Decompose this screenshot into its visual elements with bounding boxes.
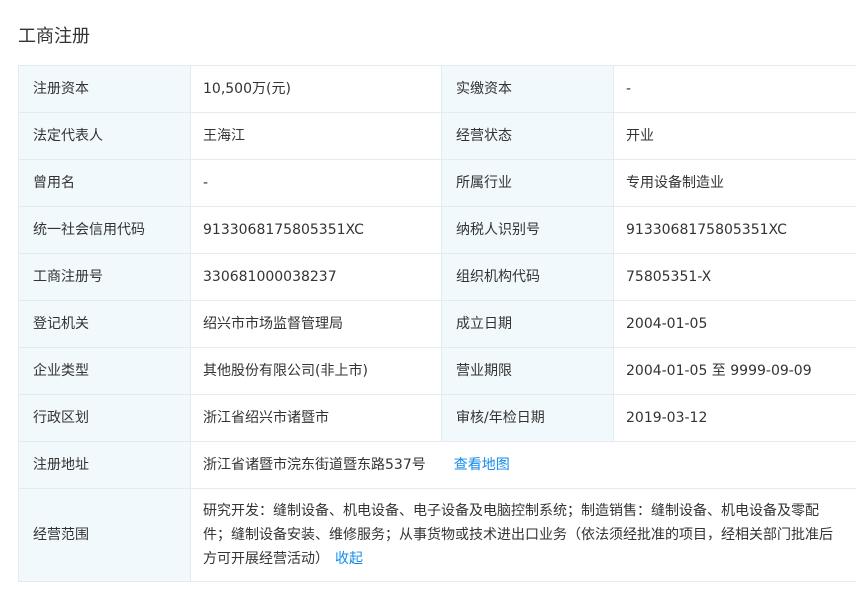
field-label: 所属行业 [441, 159, 614, 207]
field-label: 工商注册号 [18, 253, 191, 301]
view-map-link[interactable]: 查看地图 [454, 457, 510, 473]
field-value: 2004-01-05 [613, 300, 856, 348]
table-row: 法定代表人 王海江 经营状态 开业 [18, 112, 856, 160]
field-label: 注册资本 [18, 65, 191, 113]
address-value: 浙江省诸暨市浣东街道暨东路537号 [203, 457, 426, 473]
table-row: 企业类型 其他股份有限公司(非上市) 营业期限 2004-01-05 至 999… [18, 347, 856, 395]
field-value: 9133068175805351XC [613, 206, 856, 254]
business-scope-row: 经营范围 研究开发：缝制设备、机电设备、电子设备及电脑控制系统；制造销售：缝制设… [18, 488, 856, 582]
business-scope-label: 经营范围 [18, 488, 191, 582]
address-label: 注册地址 [18, 441, 191, 489]
field-value: 专用设备制造业 [613, 159, 856, 207]
table-row: 工商注册号 330681000038237 组织机构代码 75805351-X [18, 253, 856, 301]
field-label: 成立日期 [441, 300, 614, 348]
field-value: - [190, 159, 442, 207]
field-value: 其他股份有限公司(非上市) [190, 347, 442, 395]
field-value: 绍兴市市场监督管理局 [190, 300, 442, 348]
field-value: 2019-03-12 [613, 394, 856, 442]
table-row: 注册资本 10,500万(元) 实缴资本 - [18, 65, 856, 113]
field-value: 2004-01-05 至 9999-09-09 [613, 347, 856, 395]
table-row: 登记机关 绍兴市市场监督管理局 成立日期 2004-01-05 [18, 300, 856, 348]
field-value: 开业 [613, 112, 856, 160]
table-row: 行政区划 浙江省绍兴市诸暨市 审核/年检日期 2019-03-12 [18, 394, 856, 442]
table-row: 曾用名 - 所属行业 专用设备制造业 [18, 159, 856, 207]
business-scope-value: 研究开发：缝制设备、机电设备、电子设备及电脑控制系统；制造销售：缝制设备、机电设… [203, 503, 833, 567]
field-value: 9133068175805351XC [190, 206, 442, 254]
field-label: 法定代表人 [18, 112, 191, 160]
field-label: 组织机构代码 [441, 253, 614, 301]
field-label: 实缴资本 [441, 65, 614, 113]
table-row: 统一社会信用代码 9133068175805351XC 纳税人识别号 91330… [18, 206, 856, 254]
field-label: 行政区划 [18, 394, 191, 442]
field-value: 75805351-X [613, 253, 856, 301]
collapse-link[interactable]: 收起 [335, 551, 363, 567]
field-label: 登记机关 [18, 300, 191, 348]
field-value: 330681000038237 [190, 253, 442, 301]
field-value: 10,500万(元) [190, 65, 442, 113]
field-label: 企业类型 [18, 347, 191, 395]
business-registration-table: 注册资本 10,500万(元) 实缴资本 - 法定代表人 王海江 经营状态 开业… [18, 65, 856, 582]
field-value: 王海江 [190, 112, 442, 160]
field-label: 纳税人识别号 [441, 206, 614, 254]
field-value: 浙江省绍兴市诸暨市 [190, 394, 442, 442]
address-value-cell: 浙江省诸暨市浣东街道暨东路537号 查看地图 [190, 441, 856, 489]
section-title: 工商注册 [18, 26, 90, 47]
field-label: 营业期限 [441, 347, 614, 395]
field-label: 统一社会信用代码 [18, 206, 191, 254]
field-label: 审核/年检日期 [441, 394, 614, 442]
field-value: - [613, 65, 856, 113]
address-row: 注册地址 浙江省诸暨市浣东街道暨东路537号 查看地图 [18, 441, 856, 489]
field-label: 经营状态 [441, 112, 614, 160]
field-label: 曾用名 [18, 159, 191, 207]
business-scope-cell: 研究开发：缝制设备、机电设备、电子设备及电脑控制系统；制造销售：缝制设备、机电设… [190, 488, 856, 582]
